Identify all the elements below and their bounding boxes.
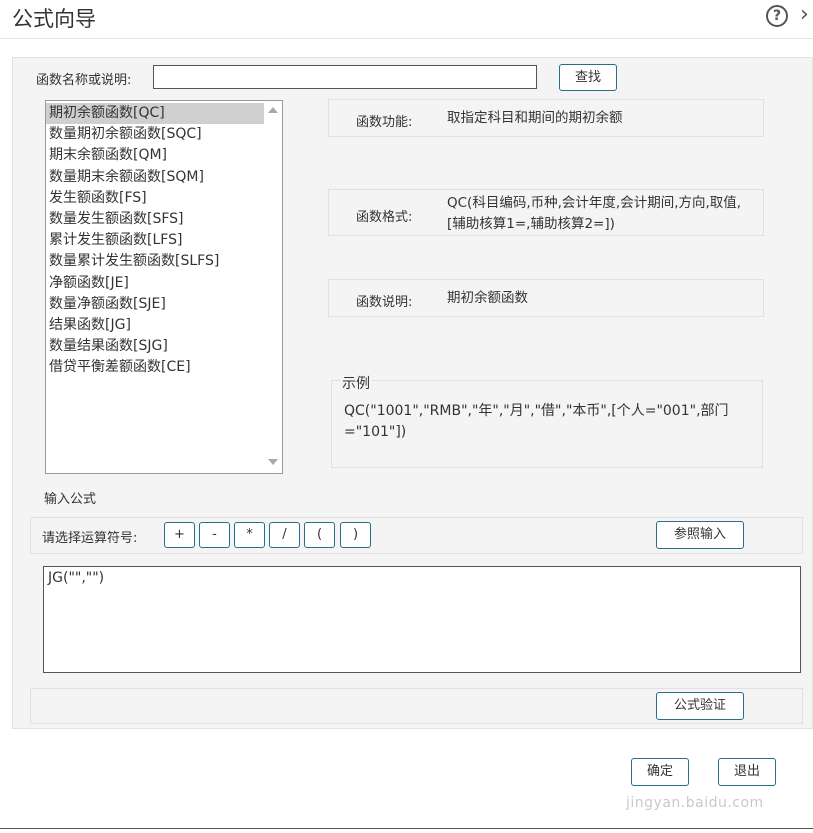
reference-input-button[interactable]: 参照输入 xyxy=(656,521,744,549)
function-format-box: 函数格式: QC(科目编码,币种,会计年度,会计期间,方向,取值,[辅助核算1=… xyxy=(328,189,764,236)
formula-section-label: 输入公式 xyxy=(44,492,97,507)
function-list-item[interactable]: 数量发生额函数[SFS] xyxy=(46,209,264,230)
help-icon[interactable]: ? xyxy=(766,5,788,27)
function-desc-value: 期初余额函数 xyxy=(447,290,528,306)
operator-label: 请选择运算符号: xyxy=(42,531,138,546)
bottom-divider xyxy=(0,828,813,829)
operator-minus-button[interactable]: - xyxy=(199,522,230,548)
operator-divide-button[interactable]: / xyxy=(269,522,300,548)
function-list[interactable]: 期初余额函数[QC] 数量期初余额函数[SQC] 期末余额函数[QM] 数量期末余额函… xyxy=(45,100,283,474)
operator-plus-button[interactable]: + xyxy=(164,522,195,548)
function-purpose-box: 函数功能: 取指定科目和期间的期初余额 xyxy=(328,99,764,137)
formula-input[interactable]: JG("","") xyxy=(43,566,801,673)
function-list-item[interactable]: 数量累计发生额函数[SLFS] xyxy=(46,251,264,272)
scroll-down-icon[interactable] xyxy=(268,459,278,465)
find-button[interactable]: 查找 xyxy=(559,64,617,91)
function-desc-label: 函数说明: xyxy=(356,295,413,310)
function-format-value: QC(科目编码,币种,会计年度,会计期间,方向,取值,[辅助核算1=,辅助核算2… xyxy=(447,195,742,232)
title-bar: 公式向导 ? › xyxy=(0,0,813,39)
ok-button[interactable]: 确定 xyxy=(631,758,689,786)
close-icon[interactable]: › xyxy=(800,2,809,27)
function-list-item[interactable]: 借贷平衡差额函数[CE] xyxy=(46,357,264,378)
function-list-item[interactable]: 期初余额函数[QC] xyxy=(46,103,264,125)
search-label: 函数名称或说明: xyxy=(36,73,132,88)
function-desc-box: 函数说明: 期初余额函数 xyxy=(328,279,764,317)
function-list-item[interactable]: 发生额函数[FS] xyxy=(46,188,264,209)
example-box: 示例 QC("1001","RMB","年","月","借","本币",[个人=… xyxy=(331,373,763,468)
operator-close-paren-button[interactable]: ) xyxy=(340,522,371,548)
example-code: QC("1001","RMB","年","月","借","本币",[个人="00… xyxy=(344,403,729,440)
function-list-item[interactable]: 数量期末余额函数[SQM] xyxy=(46,167,264,188)
function-list-item[interactable]: 数量净额函数[SJE] xyxy=(46,294,264,315)
function-purpose-value: 取指定科目和期间的期初余额 xyxy=(447,110,623,126)
function-format-label: 函数格式: xyxy=(356,210,413,225)
operator-multiply-button[interactable]: * xyxy=(234,522,265,548)
operator-open-paren-button[interactable]: ( xyxy=(304,522,335,548)
list-scrollbar[interactable] xyxy=(264,101,282,473)
function-list-item[interactable]: 净额函数[JE] xyxy=(46,273,264,294)
exit-button[interactable]: 退出 xyxy=(718,758,776,786)
function-purpose-label: 函数功能: xyxy=(356,115,413,130)
function-list-item[interactable]: 数量结果函数[SJG] xyxy=(46,336,264,357)
window-title: 公式向导 xyxy=(12,7,96,31)
function-list-item[interactable]: 期末余额函数[QM] xyxy=(46,145,264,166)
search-input[interactable] xyxy=(153,65,537,89)
watermark: jingyan.baidu.com xyxy=(626,795,764,811)
verify-formula-button[interactable]: 公式验证 xyxy=(656,692,744,720)
scroll-up-icon[interactable] xyxy=(268,107,278,113)
function-list-item[interactable]: 累计发生额函数[LFS] xyxy=(46,230,264,251)
example-legend: 示例 xyxy=(340,373,372,393)
function-list-items: 期初余额函数[QC] 数量期初余额函数[SQC] 期末余额函数[QM] 数量期末余额函… xyxy=(46,103,264,378)
function-list-item[interactable]: 结果函数[JG] xyxy=(46,315,264,336)
function-list-item[interactable]: 数量期初余额函数[SQC] xyxy=(46,124,264,145)
